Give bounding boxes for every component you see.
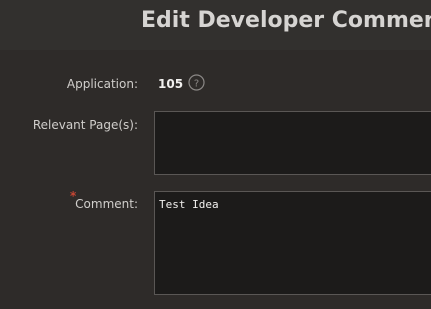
application-value: 105 xyxy=(158,77,184,91)
comment-label: Comment: xyxy=(75,197,138,211)
application-label: Application: xyxy=(66,77,138,91)
svg-text:?: ? xyxy=(194,79,199,90)
relevant-pages-label: Relevant Page(s): xyxy=(32,118,138,132)
relevant-pages-field[interactable] xyxy=(154,111,431,175)
page-title: Edit Developer Comment xyxy=(141,8,431,33)
dialog-header: Edit Developer Comment xyxy=(0,0,431,50)
question-circle-icon[interactable]: ? xyxy=(188,74,205,91)
help-icon-graphic: ? xyxy=(188,74,205,91)
comment-field[interactable]: Test Idea xyxy=(154,191,431,295)
